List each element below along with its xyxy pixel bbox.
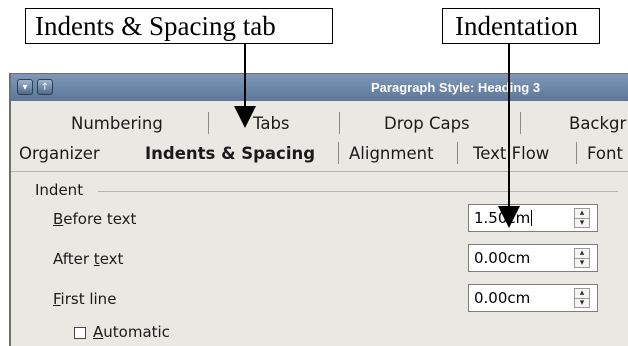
arrow-up-icon[interactable]: ↑ <box>37 79 53 95</box>
paragraph-style-dialog: ▾ ↑ Paragraph Style: Heading 3 Numbering… <box>9 73 628 346</box>
spin-down-icon[interactable]: ▾ <box>575 218 589 228</box>
before-text-label-text: efore text <box>63 210 137 228</box>
first-line-spinbox[interactable]: 0.00cm ▴ ▾ <box>468 284 598 312</box>
tab-alignment[interactable]: Alignment <box>349 144 434 163</box>
chevron-down-icon[interactable]: ▾ <box>17 79 33 95</box>
callout-indents-spacing-tab: Indents & Spacing tab <box>25 8 333 44</box>
tab-divider <box>576 142 577 164</box>
after-text-label: After text <box>53 250 123 268</box>
after-text-label-text: ext <box>99 250 124 268</box>
spin-up-icon[interactable]: ▴ <box>575 209 589 218</box>
tab-drop-caps[interactable]: Drop Caps <box>384 114 470 133</box>
spin-up-icon[interactable]: ▴ <box>575 289 589 298</box>
after-text-spin-buttons: ▴ ▾ <box>574 248 590 268</box>
indentation-callout-arrow-line <box>508 44 510 208</box>
automatic-label-text: utomatic <box>103 323 170 341</box>
tab-panel-border <box>11 171 628 172</box>
first-line-mnemonic: F <box>53 290 61 308</box>
tab-tabs[interactable]: Tabs <box>253 114 290 133</box>
after-text-value[interactable]: 0.00cm <box>474 249 530 267</box>
first-line-label: First line <box>53 290 116 308</box>
tab-divider <box>520 112 521 134</box>
before-text-label: Before text <box>53 210 136 228</box>
tab-divider <box>208 112 209 134</box>
tab-font[interactable]: Font <box>587 144 623 163</box>
automatic-mnemonic: A <box>93 323 104 341</box>
spin-down-icon[interactable]: ▾ <box>575 258 589 268</box>
automatic-label[interactable]: Automatic <box>93 323 170 341</box>
tab-text-flow[interactable]: Text Flow <box>473 144 549 163</box>
indentation-callout-arrow-head <box>498 206 520 228</box>
title-bar: ▾ ↑ Paragraph Style: Heading 3 <box>11 74 628 101</box>
tabs-callout-arrow-line <box>244 44 246 108</box>
first-line-label-text: irst line <box>60 290 117 308</box>
tabs-callout-arrow-head <box>234 106 256 128</box>
text-caret <box>531 210 533 226</box>
tab-indents-spacing[interactable]: Indents & Spacing <box>145 144 315 163</box>
spin-up-icon[interactable]: ▴ <box>575 249 589 258</box>
tab-background[interactable]: Backgr <box>569 114 626 133</box>
first-line-spin-buttons: ▴ ▾ <box>574 288 590 308</box>
first-line-value[interactable]: 0.00cm <box>474 289 530 307</box>
tab-divider <box>339 112 340 134</box>
after-text-spinbox[interactable]: 0.00cm ▴ ▾ <box>468 244 598 272</box>
window-title: Paragraph Style: Heading 3 <box>371 80 541 95</box>
before-text-spin-buttons: ▴ ▾ <box>574 208 590 228</box>
spin-down-icon[interactable]: ▾ <box>575 298 589 308</box>
before-text-spinbox[interactable]: 1.50cm ▴ ▾ <box>468 204 598 232</box>
indent-group-label: Indent <box>35 181 84 199</box>
tab-divider <box>457 142 458 164</box>
tab-divider <box>338 142 339 164</box>
tab-organizer[interactable]: Organizer <box>19 144 100 163</box>
callout-indentation: Indentation <box>442 8 600 44</box>
automatic-checkbox[interactable] <box>74 327 86 339</box>
before-text-mnemonic: B <box>53 210 64 228</box>
tab-numbering[interactable]: Numbering <box>71 114 163 133</box>
indent-group-rule <box>98 191 618 192</box>
after-text-label-pre: After <box>53 250 94 268</box>
